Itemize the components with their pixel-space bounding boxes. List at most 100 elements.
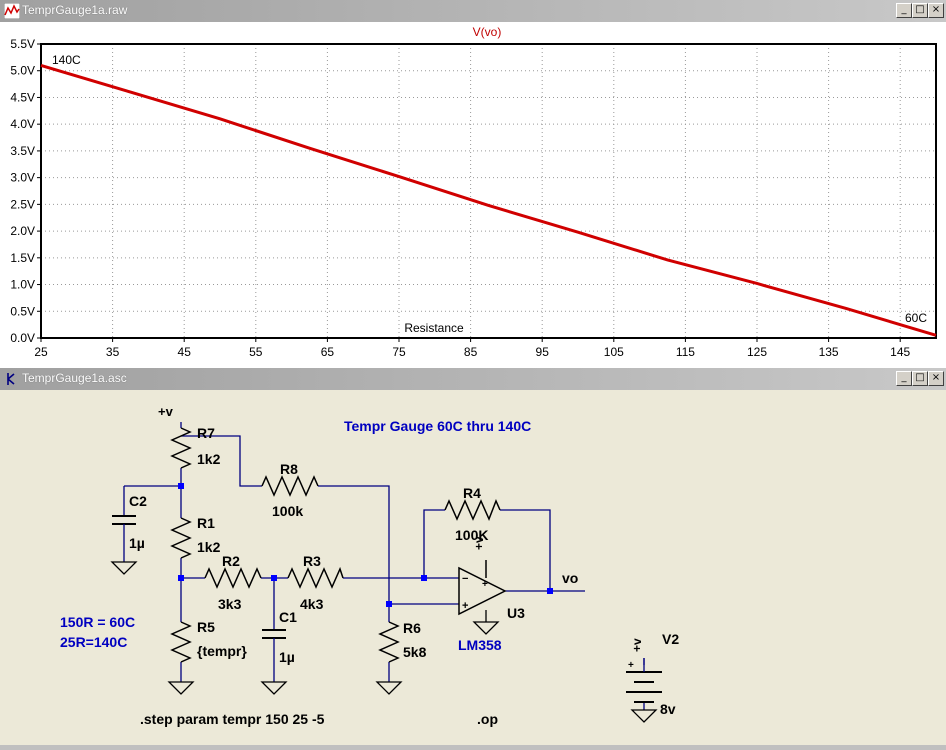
r7-value[interactable]: 1k2 (197, 451, 221, 467)
r8-value[interactable]: 100k (272, 503, 303, 519)
r7-ref[interactable]: R7 (197, 425, 215, 441)
trace-vo[interactable] (40, 63, 937, 337)
r4-ref[interactable]: R4 (463, 485, 481, 501)
x-tick-label: 75 (392, 345, 406, 359)
resistor-r5 (170, 621, 192, 663)
y-tick-label: 0.5V (10, 304, 35, 318)
c1-value[interactable]: 1µ (279, 649, 295, 665)
r1-value[interactable]: 1k2 (197, 539, 221, 555)
schematic-canvas[interactable]: − + + + +v +v +v R7 1k2 R1 1k2 R5 {tempr… (0, 390, 946, 745)
y-tick-label: 3.5V (10, 144, 35, 158)
plot-ticks: 0.0V 0.5V 1.0V 1.5V 2.0V 2.5V 3.0V 3.5V 4.0V 4.5V… (10, 37, 910, 359)
svg-text:+: + (462, 600, 468, 612)
plot-frame (40, 43, 937, 339)
r3-ref[interactable]: R3 (303, 553, 321, 569)
schematic-drawing[interactable]: − + + + +v +v +v R7 1k2 R1 1k2 R5 {tempr… (0, 390, 946, 745)
y-tick-label: 2.0V (10, 224, 35, 238)
plot-pane[interactable]: 0.0V 0.5V 1.0V 1.5V 2.0V 2.5V 3.0V 3.5V 4.0V 4.5V… (0, 22, 946, 368)
y-tick-label: 3.0V (10, 171, 35, 185)
y-tick-label: 2.5V (10, 197, 35, 211)
r6-ref[interactable]: R6 (403, 620, 421, 636)
c1-ref[interactable]: C1 (279, 609, 297, 625)
svg-text:+: + (482, 579, 488, 590)
schematic-heading[interactable]: Tempr Gauge 60C thru 140C (344, 418, 531, 434)
x-tick-label: 145 (890, 345, 910, 359)
r2-value[interactable]: 3k3 (218, 596, 242, 612)
trace-label[interactable]: V(vo) (473, 25, 502, 39)
maximize-button[interactable]: □ (912, 3, 928, 18)
close-button[interactable]: × (928, 371, 944, 386)
resistor-r8 (261, 475, 319, 497)
resistor-r7 (170, 427, 192, 469)
waveform-titlebar[interactable]: TemprGauge1a.raw _ □ × (0, 0, 946, 23)
r4-value[interactable]: 100K (455, 527, 488, 543)
r3-value[interactable]: 4k3 (300, 596, 324, 612)
v2-value[interactable]: 8v (660, 701, 676, 717)
maximize-button[interactable]: □ (912, 371, 928, 386)
x-tick-label: 115 (676, 345, 695, 359)
output-net-label[interactable]: vo (562, 570, 578, 586)
y-tick-label: 5.5V (10, 37, 35, 51)
x-tick-label: 25 (34, 345, 48, 359)
svg-text:−: − (462, 573, 468, 585)
schematic-titlebar[interactable]: TemprGauge1a.asc _ □ × (0, 368, 946, 391)
resistor-r6 (378, 621, 400, 663)
r2-ref[interactable]: R2 (222, 553, 240, 569)
schematic-window: TemprGauge1a.asc _ □ × − + + + +v +v +v … (0, 368, 946, 745)
x-tick-label: 95 (536, 345, 550, 359)
step-directive[interactable]: .step param tempr 150 25 -5 (140, 711, 325, 727)
ground-icon (260, 681, 288, 695)
v2-ref[interactable]: V2 (662, 631, 679, 647)
r5-ref[interactable]: R5 (197, 619, 215, 635)
note-line-1[interactable]: 150R = 60C (60, 614, 135, 630)
waveform-window: TemprGauge1a.raw _ □ × 0.0V 0.5V 1.0V 1.5V 2… (0, 0, 946, 368)
ground-icon (167, 681, 195, 695)
minimize-button[interactable]: _ (896, 371, 912, 386)
x-axis-label: Resistance (404, 321, 464, 335)
waveform-title: TemprGauge1a.raw (22, 3, 128, 17)
ground-icon (630, 709, 658, 723)
supply-label: +v (158, 404, 174, 419)
ground-icon (472, 621, 500, 635)
waveform-icon (4, 3, 20, 19)
r6-value[interactable]: 5k8 (403, 644, 427, 660)
c2-value[interactable]: 1µ (129, 535, 145, 551)
x-tick-label: 125 (747, 345, 767, 359)
annotation-60c: 60C (905, 311, 927, 325)
ground-icon (110, 561, 138, 575)
op-directive[interactable]: .op (477, 711, 498, 727)
resistor-r4 (444, 499, 501, 521)
capacitor-c1 (262, 629, 286, 639)
schematic-icon (7, 373, 15, 385)
x-tick-label: 85 (464, 345, 478, 359)
y-tick-label: 1.0V (10, 278, 35, 292)
note-line-2[interactable]: 25R=140C (60, 634, 127, 650)
u3-ref[interactable]: U3 (507, 605, 525, 621)
resistor-r3 (287, 566, 344, 589)
plot-grid (40, 43, 936, 339)
u3-value[interactable]: LM358 (458, 637, 502, 653)
x-tick-label: 55 (249, 345, 263, 359)
plot-series[interactable] (40, 63, 937, 337)
ground-icon (375, 681, 403, 695)
x-tick-label: 45 (178, 345, 192, 359)
svg-text:+: + (628, 660, 634, 671)
supply-label-v2: +v (630, 638, 644, 652)
y-tick-label: 5.0V (10, 64, 35, 78)
x-tick-label: 105 (604, 345, 624, 359)
x-tick-label: 65 (321, 345, 335, 359)
y-tick-label: 1.5V (10, 251, 35, 265)
schematic-title: TemprGauge1a.asc (22, 371, 127, 385)
y-tick-label: 0.0V (10, 331, 35, 345)
x-tick-label: 35 (106, 345, 120, 359)
close-button[interactable]: × (928, 3, 944, 18)
voltage-plot[interactable]: 0.0V 0.5V 1.0V 1.5V 2.0V 2.5V 3.0V 3.5V 4.0V 4.5V… (0, 22, 946, 368)
capacitor-c2 (112, 515, 136, 525)
r8-ref[interactable]: R8 (280, 461, 298, 477)
annotation-140c: 140C (52, 53, 81, 67)
c2-ref[interactable]: C2 (129, 493, 147, 509)
minimize-button[interactable]: _ (896, 3, 912, 18)
resistor-r2 (204, 567, 262, 589)
r1-ref[interactable]: R1 (197, 515, 215, 531)
r5-value[interactable]: {tempr} (197, 643, 247, 659)
